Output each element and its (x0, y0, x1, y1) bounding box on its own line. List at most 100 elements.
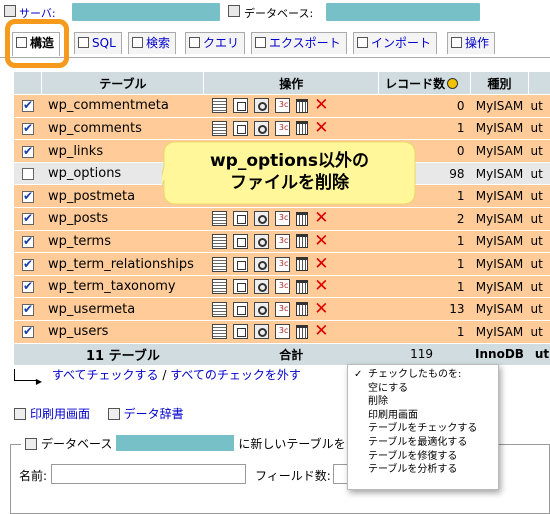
search-icon[interactable] (253, 324, 269, 340)
tab-operations[interactable]: 操作 (447, 32, 496, 54)
row-collation: ut (528, 117, 550, 141)
browse-icon[interactable] (211, 98, 227, 114)
row-table-name[interactable]: wp_term_taxonomy (41, 275, 204, 299)
row-table-name[interactable]: wp_users (41, 320, 204, 344)
browse-icon[interactable] (211, 279, 227, 295)
drop-icon[interactable]: ✕ (314, 97, 329, 114)
empty-icon[interactable] (295, 211, 308, 226)
empty-icon[interactable] (295, 302, 308, 317)
row-checkbox[interactable] (21, 302, 34, 316)
browse-icon[interactable] (211, 211, 227, 227)
header-table[interactable]: テーブル (41, 72, 205, 96)
empty-icon[interactable] (295, 98, 308, 113)
row-checkbox[interactable] (21, 189, 34, 203)
structure-icon[interactable] (232, 120, 248, 136)
dropdown-option[interactable]: 空にする (348, 382, 498, 396)
insert-icon[interactable] (274, 98, 290, 114)
tab-bar: 構造 SQL 検索 クエリ エクスポート インポート 操作 (0, 28, 550, 58)
drop-icon[interactable]: ✕ (314, 255, 329, 272)
insert-icon[interactable] (274, 279, 290, 295)
drop-icon[interactable]: ✕ (314, 119, 329, 136)
row-checkbox[interactable] (21, 168, 34, 181)
search-icon[interactable] (253, 279, 269, 295)
dropdown-option[interactable]: テーブルを分析する (348, 463, 498, 477)
browse-icon[interactable] (211, 120, 227, 136)
dropdown-option[interactable]: テーブルをチェックする (348, 422, 498, 436)
drop-icon[interactable]: ✕ (314, 232, 329, 249)
structure-icon[interactable] (232, 256, 248, 272)
insert-icon[interactable] (274, 120, 290, 136)
row-engine: MyISAM (470, 275, 529, 299)
with-selected-dropdown[interactable]: ✓ チェックしたものを: 空にする 削除 印刷用画面 テーブルをチェックする テーブルを最適… (347, 364, 499, 490)
dropdown-option[interactable]: 削除 (348, 395, 498, 409)
dropdown-option[interactable]: 印刷用画面 (348, 409, 498, 423)
insert-icon[interactable] (274, 324, 290, 340)
structure-icon[interactable] (232, 211, 248, 227)
row-checkbox-cell (14, 275, 42, 299)
row-checkbox[interactable] (21, 211, 34, 226)
row-checkbox[interactable] (21, 98, 34, 113)
structure-icon[interactable] (232, 301, 248, 317)
drop-icon[interactable]: ✕ (314, 323, 329, 340)
row-table-name[interactable]: wp_posts (41, 207, 204, 231)
row-checkbox[interactable] (21, 257, 34, 271)
dropdown-option[interactable]: テーブルを修復する (348, 450, 498, 464)
empty-icon[interactable] (295, 279, 308, 294)
help-icon[interactable] (447, 77, 459, 89)
row-checkbox[interactable] (21, 279, 34, 294)
insert-icon[interactable] (274, 301, 290, 317)
header-type[interactable]: 種別 (470, 72, 529, 96)
row-table-name[interactable]: wp_terms (41, 230, 204, 254)
dropdown-option[interactable]: テーブルを最適化する (348, 436, 498, 450)
insert-icon[interactable] (274, 233, 290, 249)
structure-icon[interactable] (232, 279, 248, 295)
tab-search[interactable]: 検索 (128, 32, 177, 54)
tab-query[interactable]: クエリ (185, 32, 246, 54)
row-checkbox[interactable] (21, 121, 34, 135)
print-view-link[interactable]: 印刷用画面 (30, 407, 90, 421)
search-icon[interactable] (253, 256, 269, 272)
structure-icon[interactable] (232, 233, 248, 249)
row-operations: ✕ (203, 275, 379, 299)
structure-icon[interactable] (232, 98, 248, 114)
drop-icon[interactable]: ✕ (314, 278, 329, 295)
search-icon[interactable] (253, 98, 269, 114)
empty-icon[interactable] (295, 257, 308, 272)
row-table-name[interactable]: wp_term_relationships (41, 252, 204, 276)
row-table-name[interactable]: wp_comments (41, 117, 204, 141)
search-icon[interactable] (253, 120, 269, 136)
row-checkbox[interactable] (21, 144, 34, 158)
tab-import[interactable]: インポート (353, 32, 438, 54)
footer-collation: ut (528, 343, 550, 367)
search-icon[interactable] (253, 211, 269, 227)
structure-icon[interactable] (232, 324, 248, 340)
browse-icon[interactable] (211, 324, 227, 340)
dropdown-selected-option[interactable]: ✓ チェックしたものを: (348, 368, 498, 382)
tab-sql[interactable]: SQL (74, 32, 122, 54)
drop-icon[interactable]: ✕ (314, 210, 329, 227)
drop-icon[interactable]: ✕ (314, 300, 329, 317)
search-icon[interactable] (253, 301, 269, 317)
insert-icon[interactable] (274, 211, 290, 227)
row-operations: ✕ (203, 252, 379, 276)
browse-icon[interactable] (211, 256, 227, 272)
header-records[interactable]: レコード数 (378, 72, 472, 96)
check-all-link[interactable]: すべてチェックする (52, 368, 159, 382)
data-dictionary-link[interactable]: データ辞書 (124, 407, 184, 421)
row-checkbox[interactable] (21, 234, 34, 248)
insert-icon[interactable] (274, 256, 290, 272)
search-icon[interactable] (253, 233, 269, 249)
dropdown-option-label: テーブルを分析する (368, 464, 458, 476)
empty-icon[interactable] (295, 324, 308, 339)
browse-icon[interactable] (211, 301, 227, 317)
uncheck-all-link[interactable]: すべてのチェックを外す (170, 368, 301, 382)
row-checkbox[interactable] (21, 324, 34, 339)
table-name-input[interactable] (51, 464, 246, 484)
table-row: wp_terms ✕ 1MyISAMut (14, 230, 550, 254)
tab-export[interactable]: エクスポート (251, 32, 347, 54)
row-table-name[interactable]: wp_usermeta (41, 297, 204, 322)
empty-icon[interactable] (295, 121, 308, 136)
browse-icon[interactable] (211, 233, 227, 249)
row-table-name[interactable]: wp_commentmeta (41, 94, 204, 118)
empty-icon[interactable] (295, 234, 308, 249)
